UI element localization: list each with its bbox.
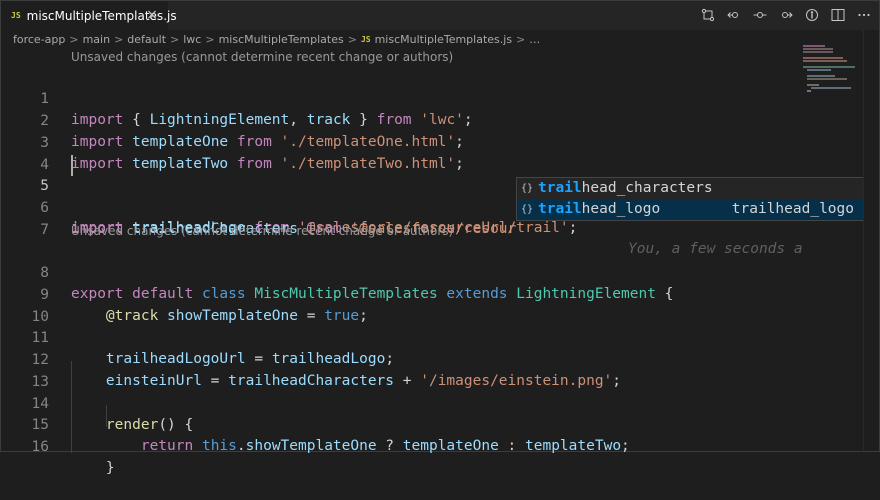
previous-change-icon[interactable] [727,7,741,23]
suggestion-label: trailhead_logo [538,201,661,217]
code-lens-authors[interactable]: Unsaved changes (cannot determine recent… [71,50,453,64]
split-editor-icon[interactable] [831,7,845,23]
next-change-dot-icon[interactable] [753,7,767,23]
text-cursor [71,155,73,176]
minimap-line [807,90,811,92]
line-number: 7 [40,222,49,238]
javascript-file-icon: JS [360,34,371,44]
code-lens-authors[interactable]: Unsaved changes (cannot determine recent… [71,224,453,238]
code-line-current: 5 import trailheadLogo from '@salesforce… [1,155,803,257]
minimap-line [807,84,819,86]
editor-tab[interactable]: JS miscMultipleTemplates.js × [1,1,177,30]
minimap-line [803,66,855,68]
breadcrumb-separator: > [516,32,526,46]
javascript-file-icon: JS [11,11,21,20]
next-change-icon[interactable] [779,7,793,23]
breadcrumb-separator: > [347,32,357,46]
minimap-line [803,48,833,50]
minimap-line [803,57,843,59]
code-line: 12 einsteinUrl = trailheadCharacters + '… [1,329,797,389]
vertical-scrollbar[interactable] [863,30,879,453]
open-changes-icon[interactable] [701,7,715,23]
code-line: 4 [1,134,797,173]
breadcrumb-item[interactable]: lwc [183,33,201,46]
minimap-line [811,87,851,89]
minimap-line [807,75,835,77]
breadcrumb-separator: > [69,32,79,46]
module-icon: {} [521,204,534,215]
code-line: 10 [1,286,797,325]
breadcrumb-item[interactable]: force-app [13,33,65,46]
code-line: 1 import { LightningElement, track } fro… [1,68,797,128]
line-content: return this.showTemplateOne ? templateOn… [140,438,630,454]
module-icon: {} [521,183,534,194]
breadcrumb-item[interactable]: miscMultipleTemplates [219,33,344,46]
line-content: } [105,460,115,476]
code-line: 14 render() { [1,373,797,433]
code-line: 15 return this.showTemplateOne ? templat… [1,394,797,454]
code-line: 11 trailheadLogoUrl = trailheadLogo; [1,307,797,367]
breadcrumb-item[interactable]: default [127,33,166,46]
close-icon[interactable]: × [144,7,160,23]
code-line: 3 import templateTwo from './templateTwo… [1,112,797,172]
minimap-line [807,78,847,80]
breadcrumb-separator: > [170,32,180,46]
code-line: 16 } [1,416,797,476]
breadcrumb: force-app > main > default > lwc > miscM… [1,30,861,48]
breadcrumb-separator: > [114,32,124,46]
editor-tab-bar: JS miscMultipleTemplates.js × [1,1,879,30]
toggle-blame-icon[interactable] [805,7,819,23]
breadcrumb-file[interactable]: miscMultipleTemplates.js [375,33,512,46]
more-actions-icon[interactable] [857,7,871,23]
breadcrumb-separator: > [205,32,215,46]
minimap-line [803,45,825,47]
suggestion-label: trailhead_characters [538,180,713,196]
minimap-line [803,60,847,62]
code-line: 9 @track showTemplateOne = true; [1,264,797,324]
minimap-line [807,69,831,71]
editor-actions [701,7,871,23]
code-editor[interactable]: Unsaved changes (cannot determine recent… [1,48,803,476]
breadcrumb-symbols[interactable]: … [529,33,540,46]
code-line: 2 import templateOne from './templateOne… [1,90,797,150]
breadcrumb-item[interactable]: main [83,33,110,46]
minimap-line [803,51,833,53]
minimap[interactable] [797,30,863,453]
line-number: 16 [31,439,49,455]
code-line: 8 export default class MiscMultipleTempl… [1,242,797,302]
code-line: 13 [1,351,797,390]
